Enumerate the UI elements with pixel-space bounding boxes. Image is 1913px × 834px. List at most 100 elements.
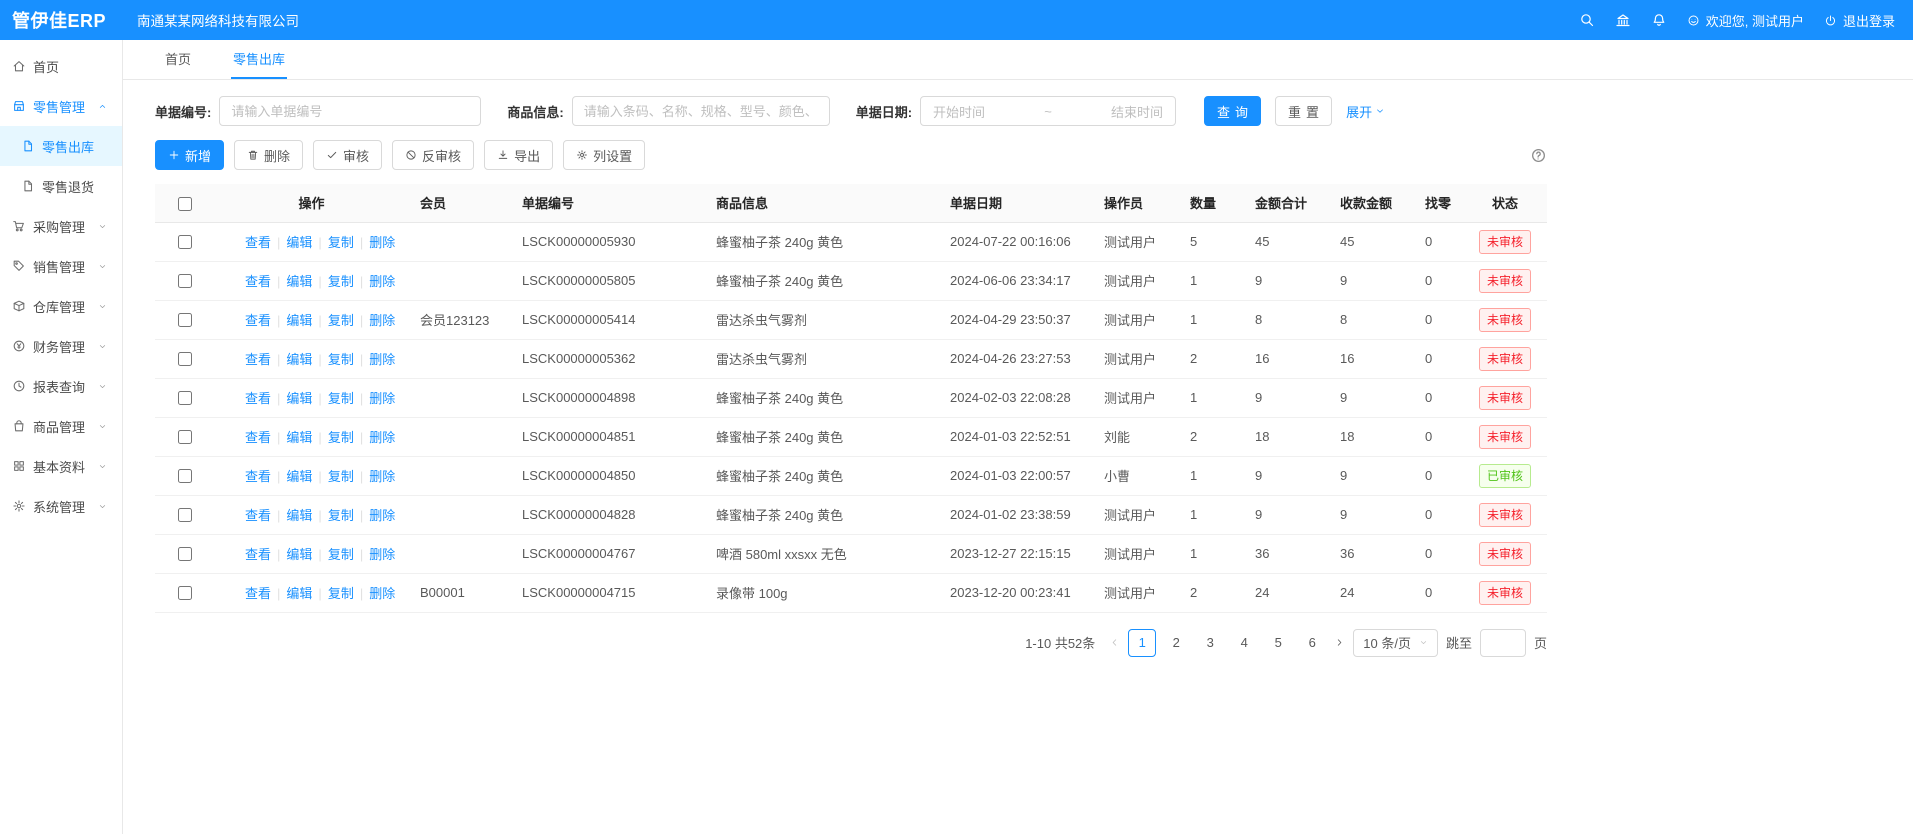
table-header: 操作会员单据编号商品信息单据日期操作员数量金额合计收款金额找零状态 xyxy=(155,184,1547,222)
sidebar-item-7[interactable]: 商品管理 xyxy=(0,406,122,446)
row-action-copy[interactable]: 复制 xyxy=(328,313,354,328)
tab-1[interactable]: 零售出库 xyxy=(231,40,287,79)
row-action-view[interactable]: 查看 xyxy=(245,547,271,562)
column-settings-button[interactable]: 列设置 xyxy=(563,140,645,170)
jump-page-input[interactable] xyxy=(1480,629,1526,657)
row-action-copy[interactable]: 复制 xyxy=(328,430,354,445)
row-checkbox[interactable] xyxy=(178,586,192,600)
sidebar-subitem-0[interactable]: 零售出库 xyxy=(0,126,122,166)
sidebar-item-6[interactable]: 报表查询 xyxy=(0,366,122,406)
row-action-delete[interactable]: 删除 xyxy=(369,469,395,484)
row-action-delete[interactable]: 删除 xyxy=(369,235,395,250)
row-action-delete[interactable]: 删除 xyxy=(369,586,395,601)
row-action-copy[interactable]: 复制 xyxy=(328,586,354,601)
cell-member xyxy=(408,222,510,261)
row-checkbox[interactable] xyxy=(178,391,192,405)
help-icon[interactable] xyxy=(1530,147,1547,164)
cell-member: B00001 xyxy=(408,573,510,612)
row-action-edit[interactable]: 编辑 xyxy=(286,274,312,289)
cell-date: 2024-01-02 23:38:59 xyxy=(938,495,1092,534)
row-action-edit[interactable]: 编辑 xyxy=(286,352,312,367)
search-button[interactable]: 查询 xyxy=(1204,96,1261,126)
page-button-3[interactable]: 3 xyxy=(1196,629,1224,657)
row-action-view[interactable]: 查看 xyxy=(245,235,271,250)
delete-button[interactable]: 删除 xyxy=(234,140,303,170)
row-action-delete[interactable]: 删除 xyxy=(369,508,395,523)
row-checkbox[interactable] xyxy=(178,352,192,366)
row-action-edit[interactable]: 编辑 xyxy=(286,313,312,328)
cell-change: 0 xyxy=(1413,534,1463,573)
row-action-delete[interactable]: 删除 xyxy=(369,430,395,445)
unaudit-button[interactable]: 反审核 xyxy=(392,140,474,170)
prev-page-icon[interactable] xyxy=(1109,637,1120,648)
page-button-5[interactable]: 5 xyxy=(1264,629,1292,657)
page-button-4[interactable]: 4 xyxy=(1230,629,1258,657)
sidebar-item-3[interactable]: 销售管理 xyxy=(0,246,122,286)
row-action-view[interactable]: 查看 xyxy=(245,469,271,484)
sidebar-subitem-1[interactable]: 零售退货 xyxy=(0,166,122,206)
power-icon xyxy=(1824,14,1837,27)
row-action-edit[interactable]: 编辑 xyxy=(286,391,312,406)
row-action-edit[interactable]: 编辑 xyxy=(286,430,312,445)
bell-icon[interactable] xyxy=(1651,12,1667,28)
next-page-icon[interactable] xyxy=(1334,637,1345,648)
row-action-view[interactable]: 查看 xyxy=(245,274,271,289)
row-checkbox[interactable] xyxy=(178,469,192,483)
sidebar-item-5[interactable]: 财务管理 xyxy=(0,326,122,366)
sidebar-item-0[interactable]: 首页 xyxy=(0,46,122,86)
row-action-copy[interactable]: 复制 xyxy=(328,547,354,562)
row-action-copy[interactable]: 复制 xyxy=(328,508,354,523)
row-action-copy[interactable]: 复制 xyxy=(328,235,354,250)
expand-link[interactable]: 展开 xyxy=(1346,102,1385,121)
row-action-copy[interactable]: 复制 xyxy=(328,274,354,289)
row-action-delete[interactable]: 删除 xyxy=(369,352,395,367)
logout-button[interactable]: 退出登录 xyxy=(1824,11,1895,30)
sidebar-item-1[interactable]: 零售管理 xyxy=(0,86,122,126)
action-separator: | xyxy=(277,430,280,445)
row-action-edit[interactable]: 编辑 xyxy=(286,508,312,523)
sidebar-item-9[interactable]: 系统管理 xyxy=(0,486,122,526)
row-action-copy[interactable]: 复制 xyxy=(328,469,354,484)
tab-0[interactable]: 首页 xyxy=(163,40,193,79)
sidebar-item-8[interactable]: 基本资料 xyxy=(0,446,122,486)
export-button[interactable]: 导出 xyxy=(484,140,553,170)
page-button-6[interactable]: 6 xyxy=(1298,629,1326,657)
sidebar-item-2[interactable]: 采购管理 xyxy=(0,206,122,246)
row-action-delete[interactable]: 删除 xyxy=(369,391,395,406)
date-range-picker[interactable]: 开始时间 ~ 结束时间 xyxy=(920,96,1176,126)
row-action-view[interactable]: 查看 xyxy=(245,508,271,523)
row-action-delete[interactable]: 删除 xyxy=(369,547,395,562)
add-button[interactable]: 新增 xyxy=(155,140,224,170)
row-checkbox[interactable] xyxy=(178,274,192,288)
search-icon[interactable] xyxy=(1579,12,1595,28)
select-all-checkbox[interactable] xyxy=(178,197,192,211)
sidebar-item-4[interactable]: 仓库管理 xyxy=(0,286,122,326)
row-checkbox[interactable] xyxy=(178,235,192,249)
welcome-user[interactable]: 欢迎您, 测试用户 xyxy=(1687,11,1804,30)
row-checkbox[interactable] xyxy=(178,508,192,522)
row-action-copy[interactable]: 复制 xyxy=(328,391,354,406)
product-input[interactable] xyxy=(572,96,830,126)
row-action-copy[interactable]: 复制 xyxy=(328,352,354,367)
row-action-delete[interactable]: 删除 xyxy=(369,274,395,289)
bank-icon[interactable] xyxy=(1615,12,1631,28)
audit-button[interactable]: 审核 xyxy=(313,140,382,170)
row-checkbox[interactable] xyxy=(178,430,192,444)
row-action-delete[interactable]: 删除 xyxy=(369,313,395,328)
row-action-edit[interactable]: 编辑 xyxy=(286,469,312,484)
row-action-view[interactable]: 查看 xyxy=(245,391,271,406)
row-checkbox[interactable] xyxy=(178,313,192,327)
row-action-edit[interactable]: 编辑 xyxy=(286,586,312,601)
page-button-1[interactable]: 1 xyxy=(1128,629,1156,657)
row-action-view[interactable]: 查看 xyxy=(245,586,271,601)
reset-button[interactable]: 重置 xyxy=(1275,96,1332,126)
page-button-2[interactable]: 2 xyxy=(1162,629,1190,657)
row-checkbox[interactable] xyxy=(178,547,192,561)
page-size-select[interactable]: 10 条/页 xyxy=(1353,629,1438,657)
row-action-view[interactable]: 查看 xyxy=(245,313,271,328)
bill-no-input[interactable] xyxy=(219,96,481,126)
row-action-view[interactable]: 查看 xyxy=(245,430,271,445)
row-action-edit[interactable]: 编辑 xyxy=(286,235,312,250)
row-action-view[interactable]: 查看 xyxy=(245,352,271,367)
row-action-edit[interactable]: 编辑 xyxy=(286,547,312,562)
